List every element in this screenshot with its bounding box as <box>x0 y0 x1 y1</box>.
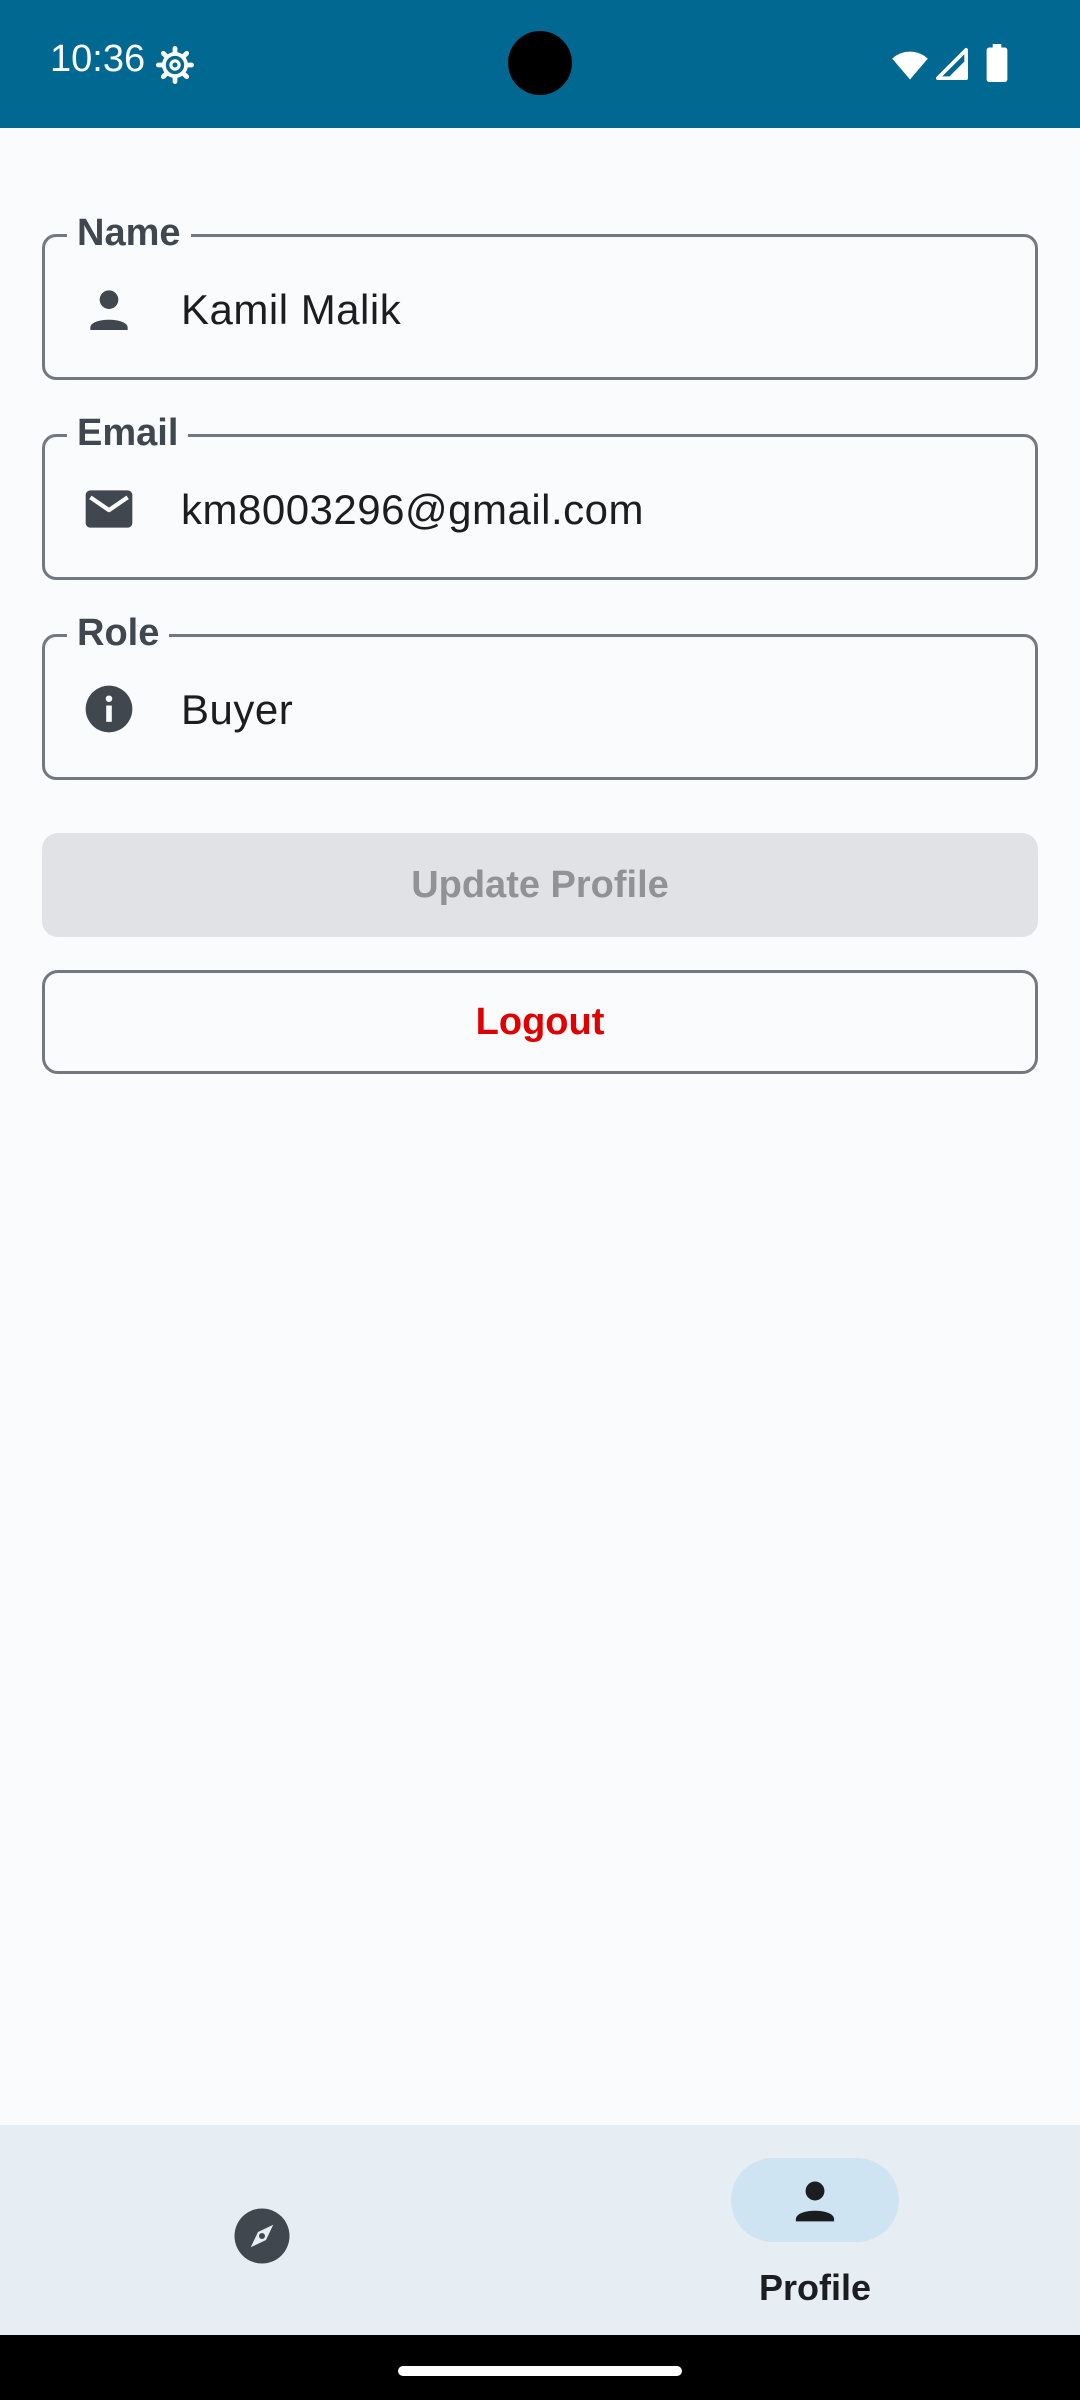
name-field[interactable]: Name Kamil Malik <box>42 207 1038 380</box>
nav-item-profile-label[interactable]: Profile <box>700 2267 930 2309</box>
name-field-value[interactable]: Kamil Malik <box>181 283 401 337</box>
camera-cutout <box>508 31 572 95</box>
update-profile-button[interactable]: Update Profile <box>42 833 1038 937</box>
person-icon <box>90 290 128 330</box>
email-field[interactable]: Email km8003296@gmail.com <box>42 407 1038 580</box>
status-time: 10:36 <box>50 38 146 80</box>
wifi-icon <box>892 51 928 80</box>
compass-icon[interactable] <box>232 2206 292 2266</box>
system-navigation-bar <box>0 2335 1080 2400</box>
role-field[interactable]: Role Buyer <box>42 607 1038 780</box>
bottom-navigation: Profile <box>0 2125 1080 2335</box>
battery-icon <box>986 44 1008 82</box>
logout-button[interactable]: Logout <box>42 970 1038 1074</box>
status-bar: 10:36 <box>0 0 1080 128</box>
cell-signal-icon <box>935 47 969 81</box>
settings-gear-icon <box>156 46 194 84</box>
info-icon <box>85 685 133 733</box>
mail-icon <box>85 490 133 528</box>
home-indicator[interactable] <box>398 2366 682 2376</box>
email-field-label: Email <box>67 407 189 459</box>
role-field-label: Role <box>67 607 170 659</box>
name-field-label: Name <box>67 207 191 259</box>
role-field-value[interactable]: Buyer <box>181 683 293 737</box>
email-field-value[interactable]: km8003296@gmail.com <box>181 483 644 537</box>
person-icon[interactable] <box>788 2173 842 2227</box>
